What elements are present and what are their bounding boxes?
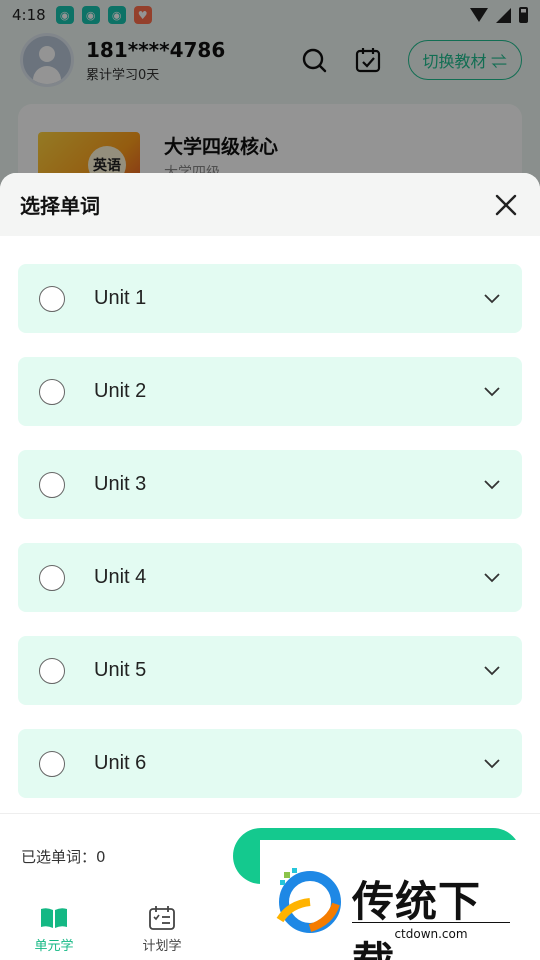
chevron-down-icon[interactable] xyxy=(482,568,502,588)
chevron-down-icon[interactable] xyxy=(482,754,502,774)
sheet-header: 选择单词 xyxy=(0,173,540,236)
unit-radio[interactable] xyxy=(39,471,65,498)
unit-list: Unit 1 Unit 2 Unit 3 Unit 4 Unit 5 Unit … xyxy=(0,236,540,798)
unit-row[interactable]: Unit 3 xyxy=(18,450,522,519)
chevron-down-icon[interactable] xyxy=(482,382,502,402)
sheet-title: 选择单词 xyxy=(20,194,100,218)
unit-label: Unit 5 xyxy=(94,659,147,681)
tab-plan-study[interactable]: 计划学 xyxy=(108,900,216,960)
chevron-down-icon[interactable] xyxy=(482,661,502,681)
watermark-logo-icon xyxy=(270,864,344,938)
tab-unit-study[interactable]: 单元学 xyxy=(0,900,108,960)
unit-label: Unit 1 xyxy=(94,287,147,309)
close-icon[interactable] xyxy=(492,191,520,219)
book-open-icon xyxy=(39,905,69,931)
watermark-url: ctdown.com xyxy=(352,922,510,941)
unit-row[interactable]: Unit 6 xyxy=(18,729,522,798)
unit-row[interactable]: Unit 4 xyxy=(18,543,522,612)
calendar-list-icon xyxy=(147,905,177,931)
unit-label: Unit 2 xyxy=(94,380,147,402)
chevron-down-icon[interactable] xyxy=(482,475,502,495)
unit-row[interactable]: Unit 5 xyxy=(18,636,522,705)
watermark: 传统下载 ctdown.com xyxy=(260,840,522,960)
tab-label: 计划学 xyxy=(142,939,182,954)
unit-radio[interactable] xyxy=(39,564,65,591)
watermark-title: 传统下载 xyxy=(352,877,482,960)
unit-label: Unit 3 xyxy=(94,473,147,495)
unit-radio[interactable] xyxy=(39,378,65,405)
unit-row[interactable]: Unit 2 xyxy=(18,357,522,426)
unit-radio[interactable] xyxy=(39,657,65,684)
unit-label: Unit 6 xyxy=(94,752,147,774)
tab-label: 单元学 xyxy=(34,939,74,954)
unit-label: Unit 4 xyxy=(94,566,147,588)
unit-radio[interactable] xyxy=(39,285,65,312)
chevron-down-icon[interactable] xyxy=(482,289,502,309)
unit-row[interactable]: Unit 1 xyxy=(18,264,522,333)
unit-radio[interactable] xyxy=(39,750,65,777)
selected-count: 已选单词：0 xyxy=(21,848,106,866)
